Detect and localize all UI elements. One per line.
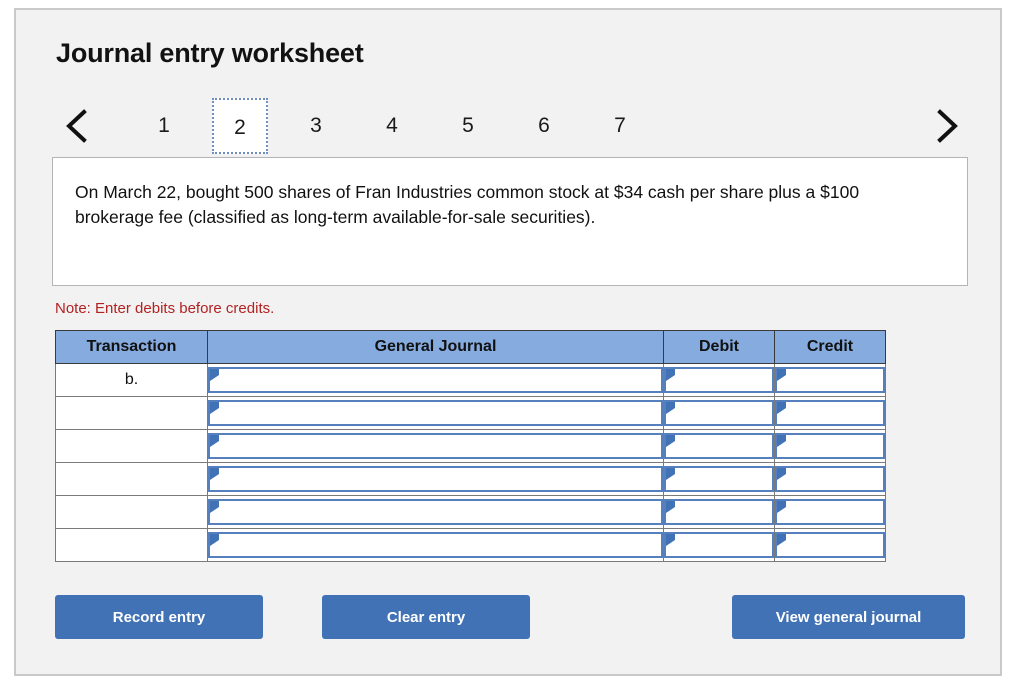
dropdown-marker-icon xyxy=(777,534,786,546)
general-journal-cell[interactable] xyxy=(207,396,664,430)
dropdown-marker-icon xyxy=(210,435,219,447)
table-row xyxy=(55,528,886,562)
account-select-dropdown[interactable] xyxy=(208,433,663,459)
credit-input[interactable] xyxy=(775,499,885,525)
debit-input[interactable] xyxy=(664,400,774,426)
dropdown-marker-icon xyxy=(777,435,786,447)
table-row xyxy=(55,462,886,496)
dropdown-marker-icon xyxy=(666,369,675,381)
tab-6[interactable]: 6 xyxy=(516,98,572,154)
dropdown-marker-icon xyxy=(210,402,219,414)
clear-entry-button[interactable]: Clear entry xyxy=(322,595,530,639)
dropdown-marker-icon xyxy=(666,402,675,414)
transaction-label xyxy=(55,462,208,496)
dropdown-marker-icon xyxy=(777,501,786,513)
worksheet-panel: Journal entry worksheet 1 2 3 4 5 6 7 On… xyxy=(14,8,1002,676)
table-row: b. xyxy=(55,363,886,397)
tab-5[interactable]: 5 xyxy=(440,98,496,154)
dropdown-marker-icon xyxy=(210,369,219,381)
credit-input[interactable] xyxy=(775,466,885,492)
account-select-dropdown[interactable] xyxy=(208,499,663,525)
credit-cell[interactable] xyxy=(774,396,886,430)
dropdown-marker-icon xyxy=(666,435,675,447)
debit-cell[interactable] xyxy=(663,396,775,430)
dropdown-marker-icon xyxy=(666,501,675,513)
dropdown-marker-icon xyxy=(210,501,219,513)
credit-cell[interactable] xyxy=(774,429,886,463)
column-header-credit: Credit xyxy=(774,330,886,364)
view-general-journal-button[interactable]: View general journal xyxy=(732,595,965,639)
tab-2[interactable]: 2 xyxy=(212,98,268,154)
transaction-label xyxy=(55,396,208,430)
record-entry-button[interactable]: Record entry xyxy=(55,595,263,639)
debit-cell[interactable] xyxy=(663,429,775,463)
dropdown-marker-icon xyxy=(210,534,219,546)
tab-1[interactable]: 1 xyxy=(136,98,192,154)
transaction-prompt-box: On March 22, bought 500 shares of Fran I… xyxy=(52,157,968,286)
account-select-dropdown[interactable] xyxy=(208,367,663,393)
dropdown-marker-icon xyxy=(777,402,786,414)
credit-cell[interactable] xyxy=(774,528,886,562)
dropdown-marker-icon xyxy=(666,534,675,546)
worksheet-pager: 1 2 3 4 5 6 7 xyxy=(52,98,964,156)
credit-input[interactable] xyxy=(775,367,885,393)
tab-3[interactable]: 3 xyxy=(288,98,344,154)
debit-input[interactable] xyxy=(664,367,774,393)
credit-cell[interactable] xyxy=(774,495,886,529)
dropdown-marker-icon xyxy=(210,468,219,480)
dropdown-marker-icon xyxy=(666,468,675,480)
transaction-prompt-text: On March 22, bought 500 shares of Fran I… xyxy=(75,182,860,227)
account-select-dropdown[interactable] xyxy=(208,400,663,426)
transaction-label xyxy=(55,528,208,562)
general-journal-cell[interactable] xyxy=(207,495,664,529)
journal-entry-table: Transaction General Journal Debit Credit… xyxy=(55,330,886,562)
general-journal-cell[interactable] xyxy=(207,462,664,496)
chevron-right-icon[interactable] xyxy=(930,104,964,148)
dropdown-marker-icon xyxy=(777,369,786,381)
debit-cell[interactable] xyxy=(663,363,775,397)
debit-cell[interactable] xyxy=(663,528,775,562)
credit-input[interactable] xyxy=(775,433,885,459)
tab-4[interactable]: 4 xyxy=(364,98,420,154)
column-header-debit: Debit xyxy=(663,330,775,364)
table-row xyxy=(55,495,886,529)
account-select-dropdown[interactable] xyxy=(208,532,663,558)
transaction-label xyxy=(55,495,208,529)
debit-input[interactable] xyxy=(664,466,774,492)
debit-cell[interactable] xyxy=(663,462,775,496)
table-row xyxy=(55,396,886,430)
page-title: Journal entry worksheet xyxy=(56,38,364,68)
debit-input[interactable] xyxy=(664,499,774,525)
debit-input[interactable] xyxy=(664,433,774,459)
credit-cell[interactable] xyxy=(774,363,886,397)
debit-input[interactable] xyxy=(664,532,774,558)
general-journal-cell[interactable] xyxy=(207,429,664,463)
credit-input[interactable] xyxy=(775,400,885,426)
column-header-transaction: Transaction xyxy=(55,330,208,364)
credit-input[interactable] xyxy=(775,532,885,558)
account-select-dropdown[interactable] xyxy=(208,466,663,492)
column-header-general-journal: General Journal xyxy=(207,330,664,364)
general-journal-cell[interactable] xyxy=(207,363,664,397)
debit-cell[interactable] xyxy=(663,495,775,529)
table-header-row: Transaction General Journal Debit Credit xyxy=(55,330,886,364)
general-journal-cell[interactable] xyxy=(207,528,664,562)
transaction-label xyxy=(55,429,208,463)
table-row xyxy=(55,429,886,463)
tab-7[interactable]: 7 xyxy=(592,98,648,154)
dropdown-marker-icon xyxy=(777,468,786,480)
credit-cell[interactable] xyxy=(774,462,886,496)
debits-before-credits-note: Note: Enter debits before credits. xyxy=(55,300,275,317)
transaction-label: b. xyxy=(55,363,208,397)
chevron-left-icon[interactable] xyxy=(60,104,94,148)
